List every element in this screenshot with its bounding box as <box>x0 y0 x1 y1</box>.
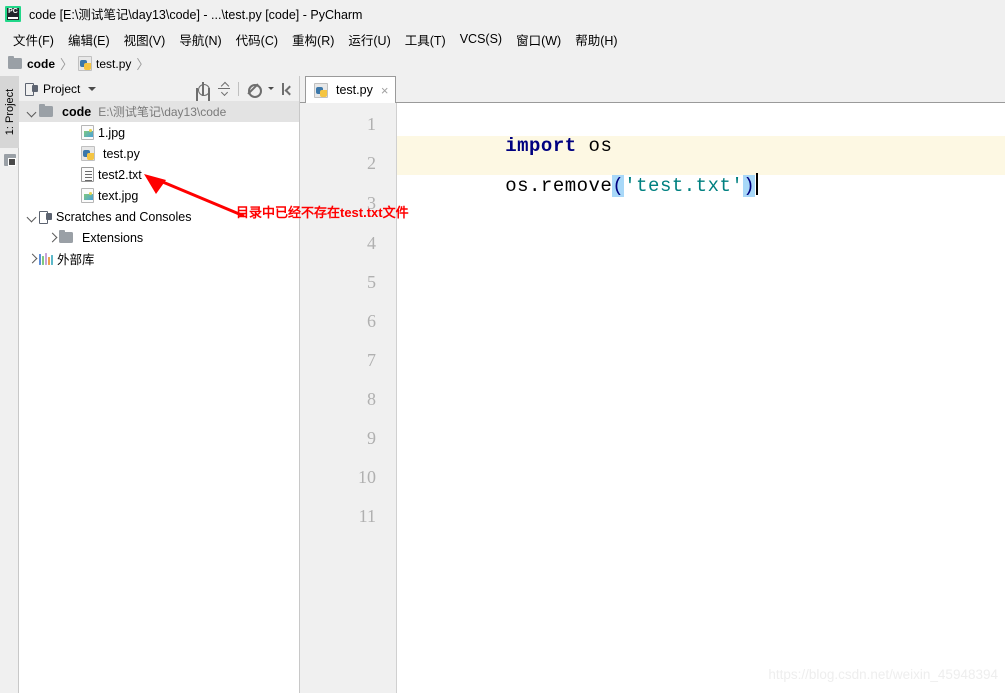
library-icon <box>39 252 53 265</box>
hide-panel-icon[interactable] <box>281 82 295 96</box>
project-panel-title: Project <box>43 81 81 96</box>
breadcrumb-label-code: code <box>27 56 56 71</box>
breadcrumb: code 〉 test.py 〉 <box>0 51 1005 76</box>
breadcrumb-item-testpy[interactable]: test.py <box>78 56 131 71</box>
text-caret <box>756 173 759 195</box>
folder-icon <box>39 103 53 117</box>
collapse-all-icon[interactable] <box>217 82 231 96</box>
python-file-icon <box>81 146 95 161</box>
left-tool-strip: 1: Project <box>0 76 19 693</box>
editor-body[interactable]: 1 2 3 4 5 6 7 8 9 10 11 import os os.rem… <box>300 103 1005 693</box>
tree-row-1jpg[interactable]: 1.jpg <box>19 122 299 143</box>
menu-item-vcs[interactable]: VCS(S) <box>453 30 509 48</box>
locate-icon[interactable] <box>196 81 210 96</box>
title-bar: PC code [E:\测试笔记\day13\code] - ...\test.… <box>0 0 1005 27</box>
window-title: code [E:\测试笔记\day13\code] - ...\test.py … <box>29 8 363 22</box>
tree-label-extensions: Extensions <box>82 230 144 245</box>
gear-chevron-down-icon[interactable] <box>268 87 274 90</box>
folder-icon <box>8 55 22 69</box>
breadcrumb-item-code[interactable]: code <box>8 55 56 71</box>
menu-item-edit[interactable]: 编辑(E) <box>61 28 117 51</box>
menu-item-code[interactable]: 代码(C) <box>229 28 285 51</box>
menu-item-view[interactable]: 视图(V) <box>117 28 173 51</box>
line-number-7: 7 <box>367 350 376 370</box>
chevron-down-icon[interactable] <box>88 86 97 91</box>
pycharm-icon-bar <box>8 16 18 19</box>
menu-bar[interactable]: 文件(F) 编辑(E) 视图(V) 导航(N) 代码(C) 重构(R) 运行(U… <box>0 27 1005 51</box>
line-number-8: 8 <box>367 389 376 409</box>
text-file-icon <box>81 167 94 182</box>
tool-window-button-project-label: 1: Project <box>3 88 16 136</box>
line-number-gutter: 1 2 3 4 5 6 7 8 9 10 11 <box>300 103 397 693</box>
folder-icon <box>59 229 73 243</box>
annotation-text: 目录中已经不存在test.txt文件 <box>236 205 409 220</box>
red-arrow-icon <box>144 174 245 218</box>
tree-label-testpy: test.py <box>103 146 140 161</box>
breadcrumb-label-testpy: test.py <box>96 56 132 71</box>
tree-row-testpy[interactable]: test.py <box>19 143 299 164</box>
breadcrumb-separator-2: 〉 <box>136 57 150 72</box>
menu-item-navigate[interactable]: 导航(N) <box>172 28 228 51</box>
menu-item-tools[interactable]: 工具(T) <box>398 28 453 51</box>
line-number-1: 1 <box>367 114 376 134</box>
tree-row-external-libraries[interactable]: 外部库 <box>19 248 299 269</box>
code-token-string-literal: 'test.txt' <box>624 175 744 197</box>
menu-item-help[interactable]: 帮助(H) <box>568 28 624 51</box>
project-view-icon <box>25 82 38 96</box>
line-number-4: 4 <box>367 233 376 253</box>
project-panel: Project code E:\测试笔记\day13\code 1.jpg te… <box>19 76 300 693</box>
menu-item-refactor[interactable]: 重构(R) <box>285 28 341 51</box>
code-token-os-remove: os.remove <box>505 175 613 197</box>
tree-row-code[interactable]: code E:\测试笔记\day13\code <box>19 101 299 122</box>
watermark-text: https://blog.csdn.net/weixin_45948394 <box>768 667 998 682</box>
editor-area: test.py × 1 2 3 4 5 6 7 8 9 10 11 import… <box>300 76 1005 693</box>
editor-tab-bar: test.py × <box>300 76 1005 103</box>
tree-row-extensions[interactable]: Extensions <box>19 227 299 248</box>
image-file-icon <box>81 125 94 140</box>
settings-gear-icon[interactable] <box>246 82 262 98</box>
breadcrumb-separator-1: 〉 <box>60 57 74 72</box>
pycharm-icon-text: PC <box>8 7 18 15</box>
line-number-5: 5 <box>367 272 376 292</box>
toolbar-divider <box>238 81 239 96</box>
project-panel-toolbar <box>196 81 295 98</box>
tree-label-1jpg: 1.jpg <box>98 125 126 140</box>
code-token-close-paren: ) <box>743 175 756 197</box>
chevron-collapsed-icon[interactable] <box>45 231 59 245</box>
structure-icon[interactable] <box>4 154 16 166</box>
tree-path-code: E:\测试笔记\day13\code <box>98 105 227 119</box>
editor-tab-label: test.py <box>336 83 373 97</box>
tree-label-textjpg: text.jpg <box>98 188 139 203</box>
editor-tab-testpy[interactable]: test.py × <box>305 76 397 103</box>
python-file-icon <box>314 82 328 98</box>
tree-label-code: code <box>62 104 92 119</box>
code-token-open-paren: ( <box>612 175 625 197</box>
menu-item-run[interactable]: 运行(U) <box>341 28 397 51</box>
chevron-expanded-icon[interactable] <box>25 105 39 119</box>
menu-item-window[interactable]: 窗口(W) <box>509 28 568 51</box>
project-panel-header: Project <box>19 76 299 101</box>
code-line-2[interactable]: os.remove('test.txt') <box>410 151 759 219</box>
tree-label-test2txt: test2.txt <box>98 167 142 182</box>
line-number-11: 11 <box>358 506 376 526</box>
menu-item-file[interactable]: 文件(F) <box>6 28 61 51</box>
pycharm-icon: PC <box>5 5 21 22</box>
line-number-2: 2 <box>367 153 376 173</box>
chevron-collapsed-icon[interactable] <box>25 252 39 266</box>
image-file-icon <box>81 188 94 203</box>
chevron-expanded-icon[interactable] <box>25 210 39 224</box>
python-file-icon <box>78 56 93 71</box>
tool-window-button-project[interactable]: 1: Project <box>0 76 19 148</box>
line-number-6: 6 <box>367 311 376 331</box>
line-number-10: 10 <box>358 467 376 487</box>
scratches-icon <box>39 210 52 224</box>
line-number-9: 9 <box>367 428 376 448</box>
pycharm-window: PC code [E:\测试笔记\day13\code] - ...\test.… <box>0 0 1005 693</box>
close-icon[interactable]: × <box>381 84 389 97</box>
tree-label-external-libraries: 外部库 <box>57 253 95 267</box>
